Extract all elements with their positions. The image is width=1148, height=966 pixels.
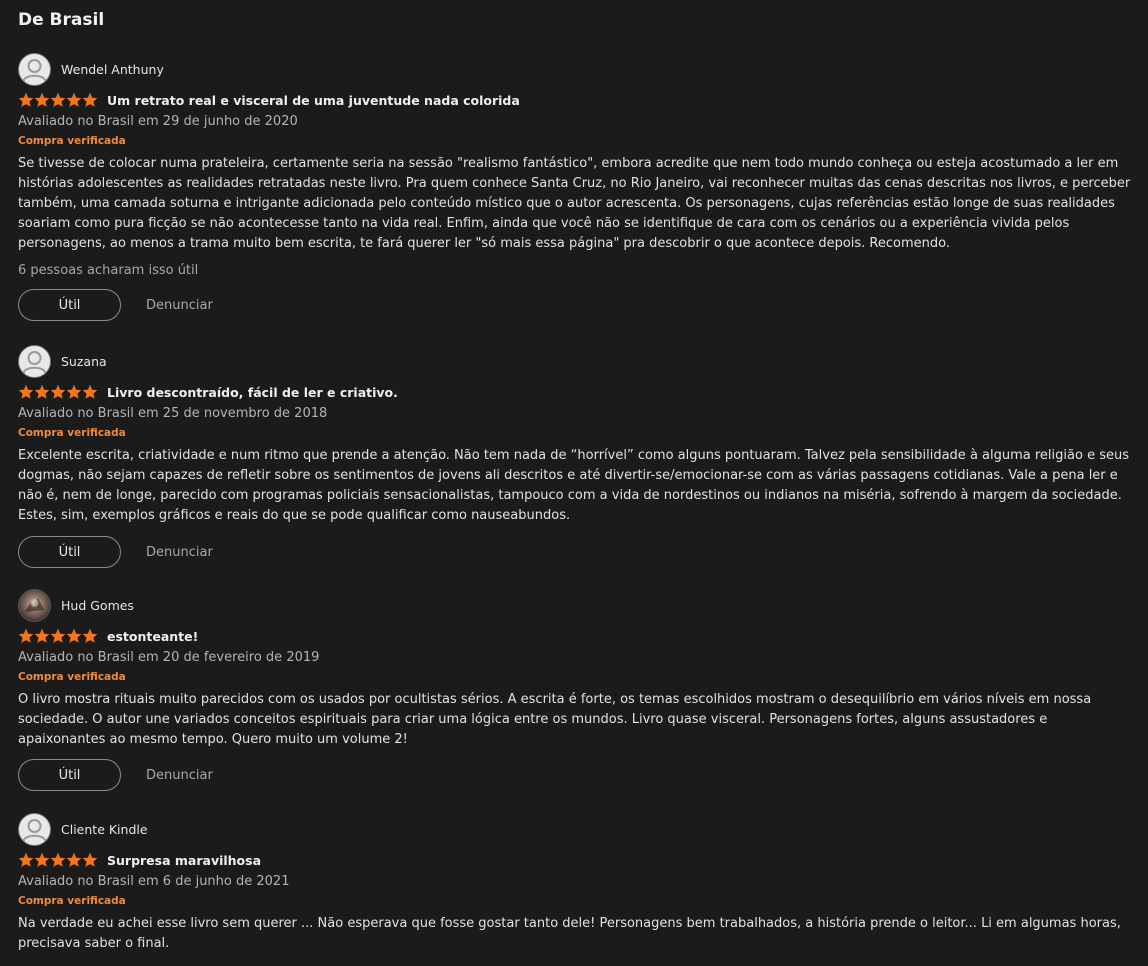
star-icon xyxy=(66,852,82,867)
review-title[interactable]: Um retrato real e visceral de uma juvent… xyxy=(107,93,520,108)
star-icon xyxy=(50,852,66,867)
reviewer-profile[interactable]: Hud Gomes xyxy=(18,588,1136,622)
reviewer-name: Hud Gomes xyxy=(61,597,134,613)
review-card: Suzana Livro descontraído, fácil de ler … xyxy=(18,344,1136,568)
star-rating[interactable] xyxy=(18,92,98,108)
star-icon xyxy=(82,92,98,107)
star-icon xyxy=(34,92,50,107)
photo-avatar xyxy=(18,588,51,622)
star-icon xyxy=(82,852,98,867)
section-title: De Brasil xyxy=(18,10,105,30)
star-rating[interactable] xyxy=(18,384,98,400)
review-title[interactable]: estonteante! xyxy=(107,629,198,644)
star-icon xyxy=(18,384,34,399)
star-icon xyxy=(50,92,66,107)
star-icon xyxy=(34,852,50,867)
verified-purchase-badge[interactable]: Compra verificada xyxy=(18,425,1136,441)
reviewer-profile[interactable]: Suzana xyxy=(18,344,1136,378)
review-card: Cliente Kindle Surpresa maravilhosa Aval… xyxy=(18,812,1136,954)
reviewer-name: Wendel Anthuny xyxy=(61,61,164,77)
star-icon xyxy=(66,628,82,643)
default-avatar-icon xyxy=(18,52,51,86)
helpful-button[interactable]: Útil xyxy=(18,536,121,568)
star-icon xyxy=(18,852,34,867)
reviewer-profile[interactable]: Wendel Anthuny xyxy=(18,52,1136,86)
star-icon xyxy=(34,628,50,643)
report-link[interactable]: Denunciar xyxy=(146,545,213,560)
star-icon xyxy=(18,628,34,643)
review-date: Avaliado no Brasil em 20 de fevereiro de… xyxy=(18,650,320,665)
helpful-button[interactable]: Útil xyxy=(18,759,121,791)
review-date: Avaliado no Brasil em 6 de junho de 2021 xyxy=(18,874,290,889)
review-body: Excelente escrita, criatividade e num ri… xyxy=(18,448,1129,523)
reviewer-name: Suzana xyxy=(61,353,107,369)
verified-purchase-badge[interactable]: Compra verificada xyxy=(18,133,1136,149)
review-title[interactable]: Livro descontraído, fácil de ler e criat… xyxy=(107,385,398,400)
review-card: Hud Gomes estonteante! Avaliado no Brasi… xyxy=(18,588,1136,791)
star-icon xyxy=(66,384,82,399)
star-icon xyxy=(34,384,50,399)
review-body: O livro mostra rituais muito parecidos c… xyxy=(18,692,1092,747)
reviewer-name: Cliente Kindle xyxy=(61,821,148,837)
verified-purchase-badge[interactable]: Compra verificada xyxy=(18,893,1136,909)
review-title[interactable]: Surpresa maravilhosa xyxy=(107,853,261,868)
verified-purchase-badge[interactable]: Compra verificada xyxy=(18,669,1136,685)
star-icon xyxy=(18,92,34,107)
star-icon xyxy=(66,92,82,107)
helpful-count: 6 pessoas acharam isso útil xyxy=(18,263,199,278)
star-icon xyxy=(50,628,66,643)
review-body: Se tivesse de colocar numa prateleira, c… xyxy=(18,156,1131,251)
review-body: Na verdade eu achei esse livro sem quere… xyxy=(18,916,1121,951)
report-link[interactable]: Denunciar xyxy=(146,298,213,313)
default-avatar-icon xyxy=(18,812,51,846)
star-rating[interactable] xyxy=(18,628,98,644)
review-date: Avaliado no Brasil em 29 de junho de 202… xyxy=(18,114,298,129)
report-link[interactable]: Denunciar xyxy=(146,768,213,783)
star-icon xyxy=(82,628,98,643)
review-card: Wendel Anthuny Um retrato real e viscera… xyxy=(18,52,1136,321)
review-date: Avaliado no Brasil em 25 de novembro de … xyxy=(18,406,328,421)
reviewer-profile[interactable]: Cliente Kindle xyxy=(18,812,1136,846)
default-avatar-icon xyxy=(18,344,51,378)
star-icon xyxy=(82,384,98,399)
star-rating[interactable] xyxy=(18,852,98,868)
star-icon xyxy=(50,384,66,399)
helpful-button[interactable]: Útil xyxy=(18,289,121,321)
